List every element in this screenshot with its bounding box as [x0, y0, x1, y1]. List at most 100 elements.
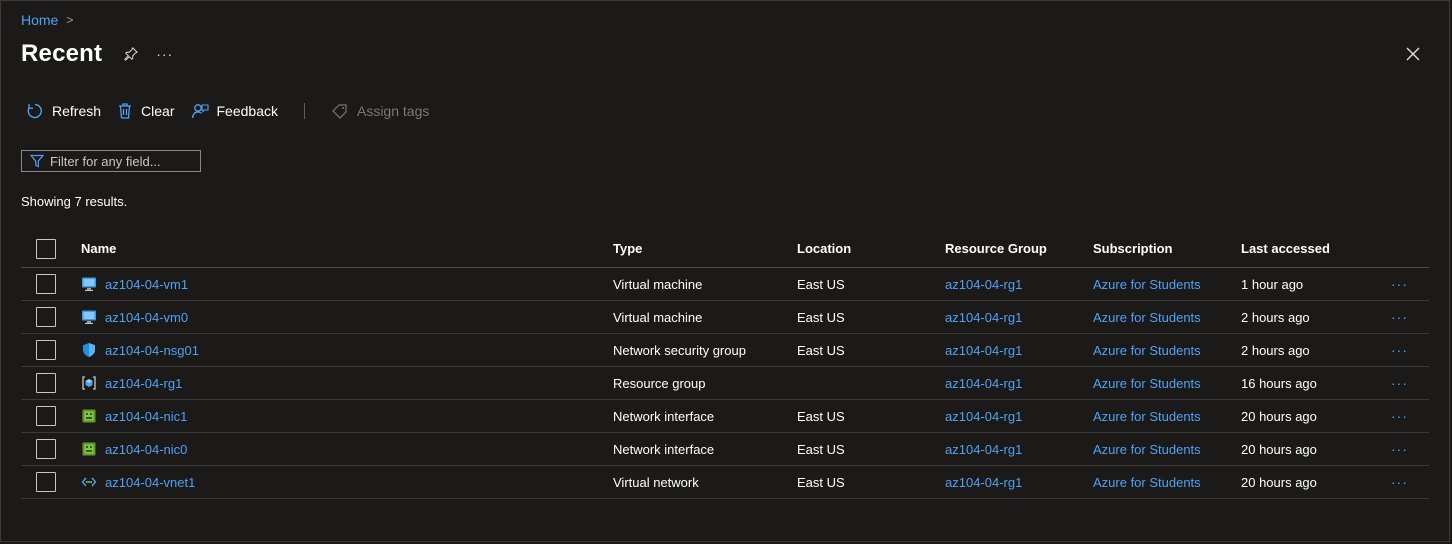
row-more-button[interactable]: ···: [1391, 465, 1429, 499]
last-accessed: 2 hours ago: [1241, 333, 1391, 367]
recent-resources-table: Name Type Location Resource Group Subscr…: [21, 230, 1429, 499]
trash-icon: [119, 103, 132, 119]
resource-name-link[interactable]: az104-04-nic1: [105, 409, 187, 424]
subscription-link[interactable]: Azure for Students: [1093, 409, 1201, 424]
table-row: az104-04-vm1 Virtual machine East US az1…: [21, 267, 1429, 301]
column-header-resource-group[interactable]: Resource Group: [945, 230, 1093, 268]
clear-label: Clear: [141, 103, 175, 119]
shield-icon: [81, 342, 97, 358]
breadcrumb-separator: >: [66, 13, 74, 27]
resource-type: Virtual machine: [613, 267, 797, 301]
resource-location: East US: [797, 432, 945, 466]
last-accessed: 1 hour ago: [1241, 267, 1391, 301]
subscription-link[interactable]: Azure for Students: [1093, 442, 1201, 457]
row-more-button[interactable]: ···: [1391, 366, 1429, 400]
refresh-button[interactable]: Refresh: [26, 102, 101, 120]
refresh-label: Refresh: [52, 103, 102, 119]
column-header-name[interactable]: Name: [81, 230, 613, 268]
row-more-button[interactable]: ···: [1391, 300, 1429, 334]
resource-type: Network interface: [613, 432, 797, 466]
column-header-last-accessed[interactable]: Last accessed: [1241, 230, 1391, 268]
row-checkbox[interactable]: [36, 373, 56, 393]
title-row: Recent ···: [21, 40, 173, 68]
feedback-button[interactable]: Feedback: [191, 102, 278, 120]
resource-name-link[interactable]: az104-04-nic0: [105, 442, 187, 457]
results-count: Showing 7 results.: [21, 194, 128, 209]
row-checkbox[interactable]: [36, 274, 56, 294]
network-interface-icon: [81, 441, 97, 457]
resource-name-link[interactable]: az104-04-vm1: [105, 277, 188, 292]
last-accessed: 20 hours ago: [1241, 399, 1391, 433]
row-more-button[interactable]: ···: [1391, 333, 1429, 367]
feedback-label: Feedback: [216, 103, 278, 119]
table-row: az104-04-rg1 Resource group az104-04-rg1…: [21, 366, 1429, 400]
filter-box: [21, 150, 201, 172]
page-title: Recent: [21, 40, 103, 67]
subscription-link[interactable]: Azure for Students: [1093, 475, 1201, 490]
close-icon[interactable]: [1403, 44, 1423, 64]
feedback-icon: [191, 104, 209, 119]
resource-name-link[interactable]: az104-04-vm0: [105, 310, 188, 325]
last-accessed: 2 hours ago: [1241, 300, 1391, 334]
refresh-icon: [27, 103, 42, 119]
resource-name-link[interactable]: az104-04-vnet1: [105, 475, 195, 490]
tag-icon: [332, 104, 347, 119]
table-row: az104-04-nic1 Network interface East US …: [21, 399, 1429, 433]
resource-type: Network interface: [613, 399, 797, 433]
virtual-machine-icon: [81, 309, 97, 325]
resource-group-link[interactable]: az104-04-rg1: [945, 310, 1022, 325]
row-checkbox[interactable]: [36, 406, 56, 426]
resource-group-link[interactable]: az104-04-rg1: [945, 376, 1022, 391]
column-header-location[interactable]: Location: [797, 230, 945, 268]
assign-tags-button[interactable]: Assign tags: [331, 102, 429, 120]
resource-location: East US: [797, 300, 945, 334]
last-accessed: 16 hours ago: [1241, 366, 1391, 400]
resource-name-link[interactable]: az104-04-rg1: [105, 376, 182, 391]
subscription-link[interactable]: Azure for Students: [1093, 310, 1201, 325]
assign-tags-label: Assign tags: [356, 103, 430, 119]
resource-group-link[interactable]: az104-04-rg1: [945, 475, 1022, 490]
resource-location: East US: [797, 267, 945, 301]
select-all-checkbox[interactable]: [36, 238, 56, 259]
row-more-button[interactable]: ···: [1391, 432, 1429, 466]
filter-input[interactable]: [50, 153, 190, 169]
resource-group-link[interactable]: az104-04-rg1: [945, 343, 1022, 358]
toolbar-divider: [303, 103, 305, 119]
row-checkbox[interactable]: [36, 472, 56, 492]
resource-name-link[interactable]: az104-04-nsg01: [105, 343, 199, 358]
row-more-button[interactable]: ···: [1391, 399, 1429, 433]
table-row: az104-04-nic0 Network interface East US …: [21, 432, 1429, 466]
last-accessed: 20 hours ago: [1241, 465, 1391, 499]
resource-type: Virtual network: [613, 465, 797, 499]
breadcrumb-home-link[interactable]: Home: [21, 12, 58, 28]
resource-type: Virtual machine: [613, 300, 797, 334]
table-row: az104-04-vnet1 Virtual network East US a…: [21, 465, 1429, 499]
table-row: az104-04-nsg01 Network security group Ea…: [21, 333, 1429, 367]
resource-group-link[interactable]: az104-04-rg1: [945, 442, 1022, 457]
resource-location: East US: [797, 399, 945, 433]
virtual-machine-icon: [81, 276, 97, 292]
column-header-type[interactable]: Type: [613, 230, 797, 268]
subscription-link[interactable]: Azure for Students: [1093, 343, 1201, 358]
filter-icon: [30, 154, 44, 168]
table-row: az104-04-vm0 Virtual machine East US az1…: [21, 300, 1429, 334]
resource-group-link[interactable]: az104-04-rg1: [945, 409, 1022, 424]
resource-group-link[interactable]: az104-04-rg1: [945, 277, 1022, 292]
breadcrumb: Home >: [21, 12, 73, 28]
resource-group-icon: [81, 375, 97, 391]
pin-icon[interactable]: [124, 47, 139, 61]
subscription-link[interactable]: Azure for Students: [1093, 376, 1201, 391]
row-checkbox[interactable]: [36, 307, 56, 327]
row-more-button[interactable]: ···: [1391, 267, 1429, 301]
resource-location: East US: [797, 333, 945, 367]
more-options-button[interactable]: ···: [156, 46, 173, 62]
table-header-row: Name Type Location Resource Group Subscr…: [21, 230, 1429, 268]
row-checkbox[interactable]: [36, 340, 56, 360]
clear-button[interactable]: Clear: [117, 102, 175, 120]
resource-type: Resource group: [613, 366, 797, 400]
subscription-link[interactable]: Azure for Students: [1093, 277, 1201, 292]
column-header-subscription[interactable]: Subscription: [1093, 230, 1241, 268]
resource-location: [797, 366, 945, 400]
last-accessed: 20 hours ago: [1241, 432, 1391, 466]
row-checkbox[interactable]: [36, 439, 56, 459]
